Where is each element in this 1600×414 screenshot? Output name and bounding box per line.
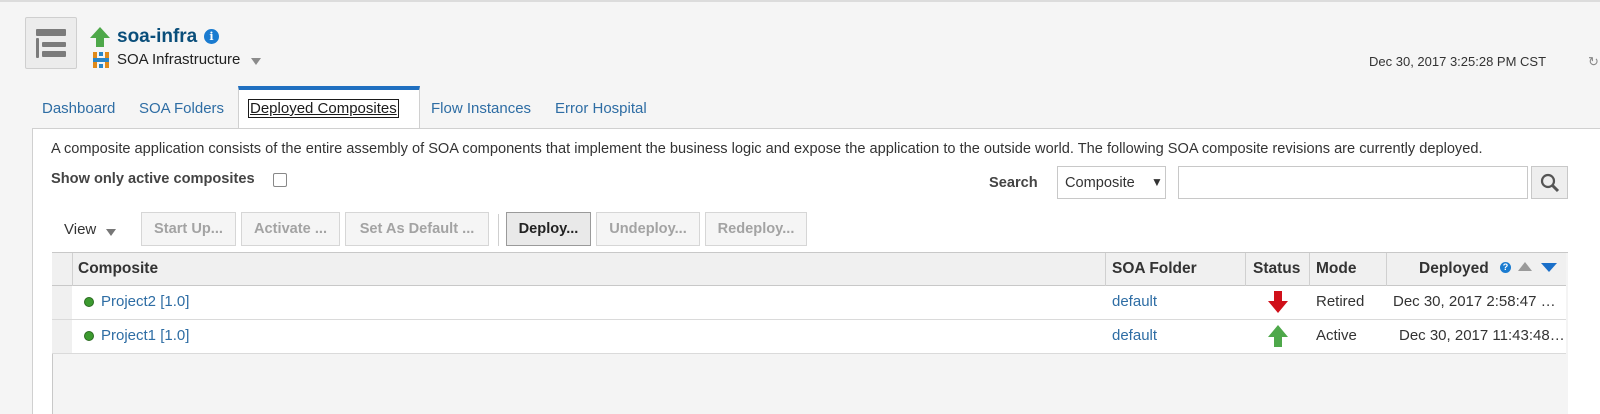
search-type-select[interactable]: Composite ▼ — [1057, 166, 1166, 199]
start-up-button[interactable]: Start Up... — [141, 212, 236, 246]
up-arrow-icon — [90, 27, 110, 47]
folder-link[interactable]: default — [1112, 293, 1157, 310]
navigator-icon[interactable] — [25, 17, 77, 69]
refresh-icon[interactable]: ↻ — [1588, 54, 1599, 70]
view-menu[interactable]: View — [64, 221, 96, 238]
column-header-status[interactable]: Status — [1253, 260, 1300, 278]
sort-ascending-icon[interactable] — [1518, 262, 1532, 271]
active-only-label: Show only active composites — [51, 171, 255, 187]
mode-value: Retired — [1316, 293, 1365, 310]
running-status-icon — [84, 297, 94, 307]
column-header-mode[interactable]: Mode — [1316, 260, 1356, 278]
deployed-value: Dec 30, 2017 2:58:47 PM CST — [1393, 293, 1565, 310]
set-as-default-button[interactable]: Set As Default ... — [345, 212, 489, 246]
app-title[interactable]: soa-infra — [117, 26, 197, 48]
mode-value: Active — [1316, 327, 1357, 344]
search-icon — [1540, 173, 1560, 193]
row-selector[interactable] — [52, 286, 72, 320]
search-input[interactable] — [1178, 166, 1528, 199]
column-header-composite[interactable]: Composite — [78, 260, 158, 278]
search-button[interactable] — [1531, 166, 1568, 199]
tab-deployed-composites[interactable]: Deployed Composites — [248, 99, 399, 118]
info-icon[interactable]: i — [204, 29, 219, 44]
tab-error-hospital[interactable]: Error Hospital — [555, 100, 647, 117]
last-refresh-timestamp: Dec 30, 2017 3:25:28 PM CST — [1369, 54, 1547, 69]
deploy-button[interactable]: Deploy... — [506, 212, 591, 246]
column-header-soa-folder[interactable]: SOA Folder — [1112, 260, 1197, 278]
search-type-value: Composite — [1065, 175, 1135, 191]
soa-infrastructure-icon — [93, 52, 109, 68]
composite-link[interactable]: Project1 [1.0] — [101, 327, 189, 344]
column-header-deployed[interactable]: Deployed — [1419, 260, 1489, 278]
help-icon[interactable]: ? — [1500, 262, 1511, 273]
tab-soa-folders[interactable]: SOA Folders — [139, 100, 224, 117]
deployed-value: Dec 30, 2017 11:43:48 AM CST — [1399, 327, 1565, 344]
composite-link[interactable]: Project2 [1.0] — [101, 293, 189, 310]
page-description: A composite application consists of the … — [51, 141, 1483, 157]
active-only-checkbox[interactable] — [273, 173, 287, 187]
redeploy-button[interactable]: Redeploy... — [705, 212, 807, 246]
running-status-icon — [84, 331, 94, 341]
undeploy-button[interactable]: Undeploy... — [596, 212, 700, 246]
top-border — [0, 0, 1600, 2]
activate-button[interactable]: Activate ... — [241, 212, 340, 246]
tab-flow-instances[interactable]: Flow Instances — [431, 100, 531, 117]
toolbar-divider — [498, 214, 499, 246]
dropdown-arrow-icon: ▼ — [1151, 175, 1163, 189]
chevron-down-icon[interactable] — [251, 58, 261, 65]
tab-dashboard[interactable]: Dashboard — [42, 100, 115, 117]
sort-descending-icon[interactable] — [1541, 263, 1557, 272]
folder-link[interactable]: default — [1112, 327, 1157, 344]
context-label[interactable]: SOA Infrastructure — [117, 51, 240, 68]
search-label: Search — [989, 175, 1038, 191]
up-arrow-icon — [1268, 325, 1288, 347]
row-selector[interactable] — [52, 320, 72, 354]
chevron-down-icon[interactable] — [106, 229, 116, 236]
down-arrow-icon — [1268, 291, 1288, 313]
